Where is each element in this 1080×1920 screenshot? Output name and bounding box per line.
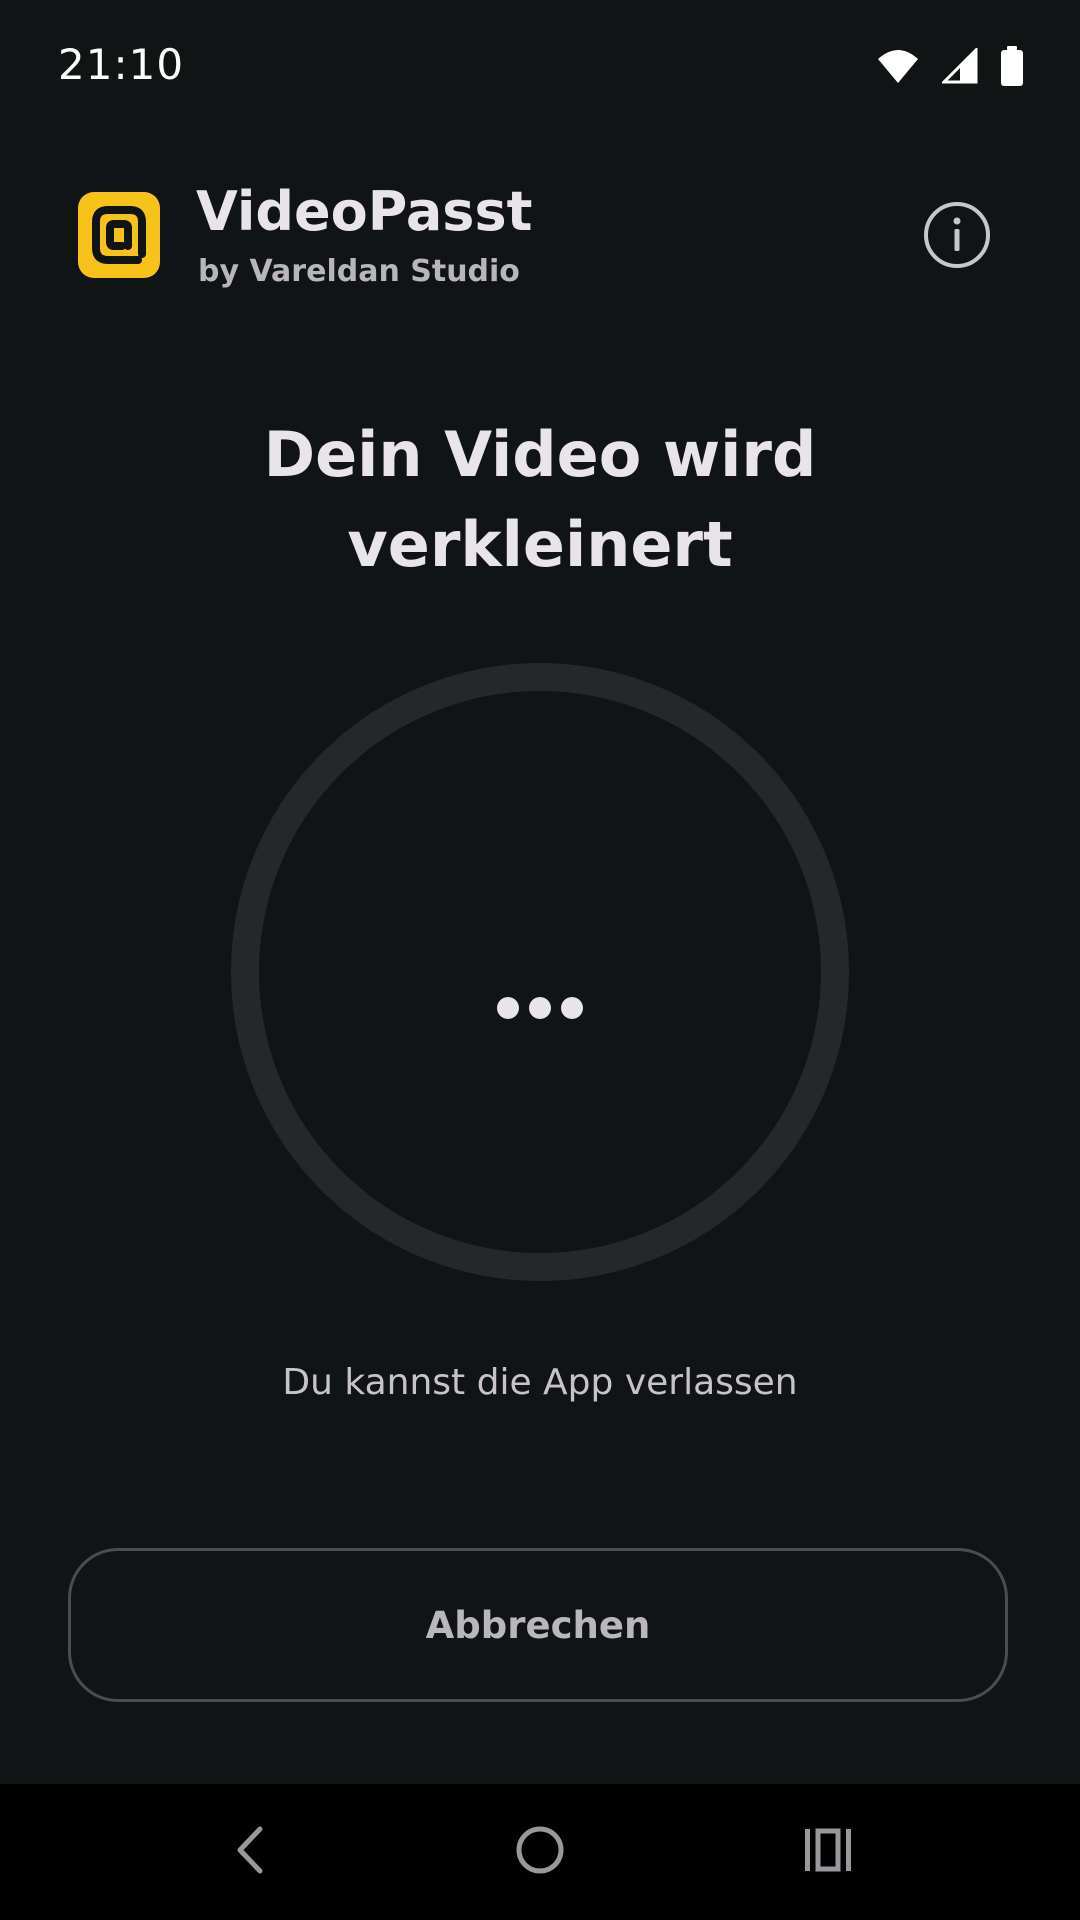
progress-ring (230, 662, 850, 1282)
main-heading-line2: verkleinert (347, 508, 733, 581)
nav-home-button[interactable] (500, 1812, 580, 1892)
status-icons (876, 46, 1024, 90)
status-bar: 21:10 (0, 0, 1080, 136)
wifi-icon (876, 47, 920, 89)
info-icon (922, 202, 992, 274)
status-time: 21:10 (58, 40, 185, 89)
nav-back-button[interactable] (210, 1812, 290, 1892)
info-button[interactable] (922, 200, 992, 270)
battery-icon (1000, 46, 1024, 90)
app-subtitle: by Vareldan Studio (198, 254, 520, 289)
recents-icon (803, 1827, 853, 1877)
home-icon (515, 1825, 565, 1879)
main-heading: Dein Video wird verkleinert (0, 410, 1080, 590)
hint-text: Du kannst die App verlassen (282, 1362, 798, 1403)
nav-recents-button[interactable] (788, 1812, 868, 1892)
app-header: VideoPasst by Vareldan Studio (0, 170, 1080, 300)
app-title: VideoPasst (196, 180, 533, 243)
app-logo-icon (78, 192, 160, 278)
loading-dots-icon (497, 997, 583, 1019)
navigation-bar (0, 1784, 1080, 1920)
cancel-button[interactable]: Abbrechen (68, 1548, 1008, 1702)
back-icon (230, 1825, 270, 1879)
signal-icon (940, 46, 978, 88)
main-heading-line1: Dein Video wird (263, 418, 817, 491)
